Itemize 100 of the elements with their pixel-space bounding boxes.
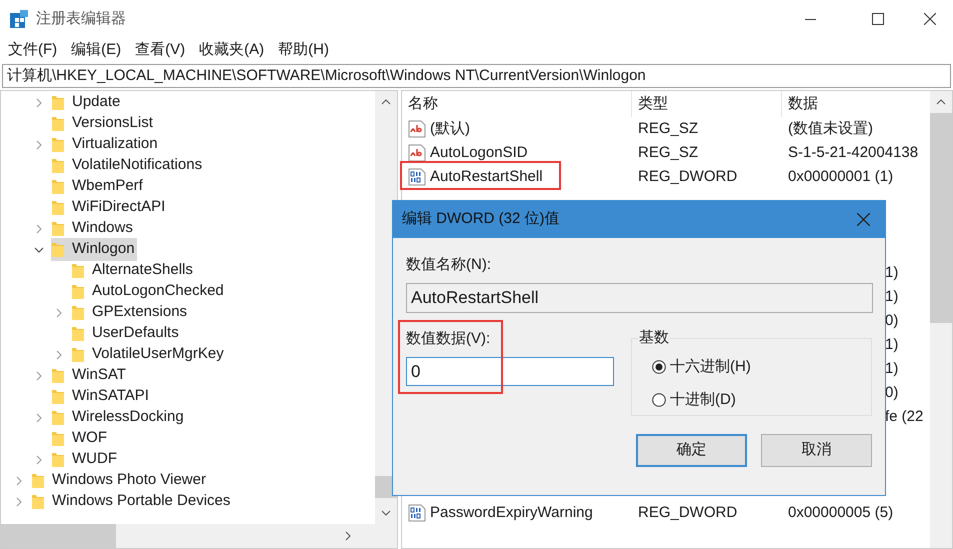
folder-icon bbox=[31, 472, 45, 488]
menu-item[interactable]: 收藏夹(A) bbox=[199, 38, 264, 62]
tree-item[interactable]: Windows Portable Devices bbox=[31, 490, 232, 513]
minimize-icon bbox=[804, 18, 816, 20]
folder-icon bbox=[51, 388, 65, 404]
list-row[interactable]: (默认) REG_SZ (数值未设置) bbox=[402, 117, 929, 141]
folder-icon bbox=[51, 94, 65, 110]
folder-icon bbox=[51, 178, 65, 194]
cancel-button[interactable]: 取消 bbox=[761, 434, 872, 466]
folder-icon bbox=[51, 136, 65, 152]
string-value-icon bbox=[408, 120, 426, 138]
value-data: (数值未设置) bbox=[787, 118, 874, 139]
chevron-right-icon[interactable] bbox=[36, 98, 42, 108]
chevron-right-icon[interactable] bbox=[36, 140, 42, 150]
tree-item[interactable]: Windows Photo Viewer bbox=[31, 469, 208, 492]
radio-label[interactable]: 十进制(D) bbox=[670, 389, 736, 412]
string-value-icon bbox=[408, 144, 426, 162]
column-header[interactable]: 类型 bbox=[632, 91, 782, 117]
horizontal-scrollbar[interactable] bbox=[1, 524, 397, 548]
value-data: 1) bbox=[885, 286, 898, 307]
close-icon bbox=[924, 13, 936, 25]
radio-button[interactable] bbox=[652, 360, 666, 374]
binary-value-icon bbox=[408, 504, 426, 522]
vertical-scrollbar[interactable] bbox=[930, 91, 952, 548]
scroll-down-icon bbox=[381, 510, 391, 516]
folder-icon bbox=[71, 262, 85, 278]
tree-item[interactable]: AlternateShells bbox=[71, 259, 195, 282]
tree-item[interactable]: Windows bbox=[51, 217, 135, 240]
chevron-right-icon[interactable] bbox=[36, 454, 42, 464]
value-data: S-1-5-21-42004138 bbox=[787, 142, 920, 163]
folder-icon bbox=[71, 304, 85, 320]
value-data-label: 数值数据(V): bbox=[406, 328, 490, 348]
chevron-right-icon[interactable] bbox=[16, 476, 22, 486]
folder-icon bbox=[51, 452, 65, 468]
tree-item[interactable]: Winlogon bbox=[51, 238, 137, 261]
tree-item[interactable]: WinSATAPI bbox=[51, 385, 151, 408]
value-type: REG_DWORD bbox=[637, 166, 738, 187]
chevron-right-icon[interactable] bbox=[56, 308, 62, 318]
column-header[interactable]: 名称 bbox=[402, 91, 632, 117]
tree-item[interactable]: WUDF bbox=[51, 448, 119, 471]
folder-icon bbox=[71, 346, 85, 362]
dialog-title: 编辑 DWORD (32 位)值 bbox=[402, 209, 560, 230]
chevron-right-icon[interactable] bbox=[16, 496, 22, 506]
chevron-right-icon[interactable] bbox=[36, 370, 42, 380]
value-name[interactable]: PasswordExpiryWarning bbox=[430, 502, 593, 524]
list-row[interactable]: AutoLogonSID REG_SZ S-1-5-21-42004138 bbox=[402, 141, 929, 165]
folder-icon bbox=[51, 242, 65, 258]
tree-item[interactable]: WinSAT bbox=[51, 364, 128, 387]
chevron-right-icon[interactable] bbox=[56, 350, 62, 360]
folder-icon bbox=[51, 368, 65, 384]
tree-item[interactable]: VolatileNotifications bbox=[51, 154, 204, 177]
value-data: 1) bbox=[885, 358, 898, 379]
value-data: 0) bbox=[885, 310, 898, 331]
scroll-up-icon bbox=[381, 99, 391, 105]
tree-item[interactable]: Virtualization bbox=[51, 133, 160, 156]
chevron-right-icon[interactable] bbox=[36, 224, 42, 234]
value-data: 0) bbox=[885, 382, 898, 403]
tree-item[interactable]: WirelessDocking bbox=[51, 406, 186, 429]
value-data: 1) bbox=[885, 334, 898, 355]
close-icon bbox=[856, 213, 870, 226]
folder-icon bbox=[51, 430, 65, 446]
registry-app-icon bbox=[10, 10, 28, 28]
folder-icon bbox=[51, 158, 65, 174]
list-row[interactable]: PasswordExpiryWarning REG_DWORD 0x00000005 (5) bbox=[402, 501, 929, 525]
address-bar[interactable]: 计算机\HKEY_LOCAL_MACHINE\SOFTWARE\Microsoft\Windows NT\CurrentVersion\Winlogon bbox=[2, 64, 951, 88]
value-data-field[interactable]: 0 bbox=[406, 357, 614, 386]
tree-item[interactable]: VersionsList bbox=[51, 112, 155, 135]
folder-icon bbox=[51, 220, 65, 236]
menu-item[interactable]: 查看(V) bbox=[135, 38, 186, 62]
value-name-label: 数值名称(N): bbox=[406, 255, 492, 275]
tree-item[interactable]: WOF bbox=[51, 427, 109, 450]
menu-item[interactable]: 文件(F) bbox=[8, 38, 58, 62]
value-name[interactable]: (默认) bbox=[430, 118, 470, 140]
ok-button[interactable]: 确定 bbox=[636, 434, 747, 466]
value-data: 0x00000001 (1) bbox=[787, 166, 894, 187]
tree-item[interactable]: WiFiDirectAPI bbox=[51, 196, 168, 219]
tree-item[interactable]: UserDefaults bbox=[71, 322, 181, 345]
value-name[interactable]: AutoRestartShell bbox=[430, 166, 543, 188]
radio-button[interactable] bbox=[652, 393, 666, 408]
chevron-right-icon[interactable] bbox=[36, 412, 42, 422]
tree-item[interactable]: Update bbox=[51, 91, 122, 114]
value-type: REG_DWORD bbox=[637, 502, 738, 523]
value-data: 1) bbox=[885, 262, 898, 283]
window-title: 注册表编辑器 bbox=[36, 8, 126, 29]
maximize-icon bbox=[872, 13, 884, 25]
folder-icon bbox=[51, 200, 65, 216]
scrollbar-thumb[interactable] bbox=[930, 113, 952, 323]
scroll-up-icon bbox=[936, 99, 946, 105]
tree-item[interactable]: AutoLogonChecked bbox=[71, 280, 226, 303]
folder-icon bbox=[71, 326, 85, 342]
folder-icon bbox=[51, 410, 65, 426]
tree-item[interactable]: WbemPerf bbox=[51, 175, 145, 198]
menu-item[interactable]: 编辑(E) bbox=[71, 38, 122, 62]
menu-item[interactable]: 帮助(H) bbox=[278, 38, 329, 62]
tree-item[interactable]: VolatileUserMgrKey bbox=[71, 343, 226, 366]
chevron-down-icon[interactable] bbox=[34, 246, 44, 252]
binary-value-icon bbox=[408, 168, 426, 186]
tree-item[interactable]: GPExtensions bbox=[71, 301, 190, 324]
radio-label[interactable]: 十六进制(H) bbox=[670, 356, 751, 378]
value-name[interactable]: AutoLogonSID bbox=[430, 142, 528, 164]
